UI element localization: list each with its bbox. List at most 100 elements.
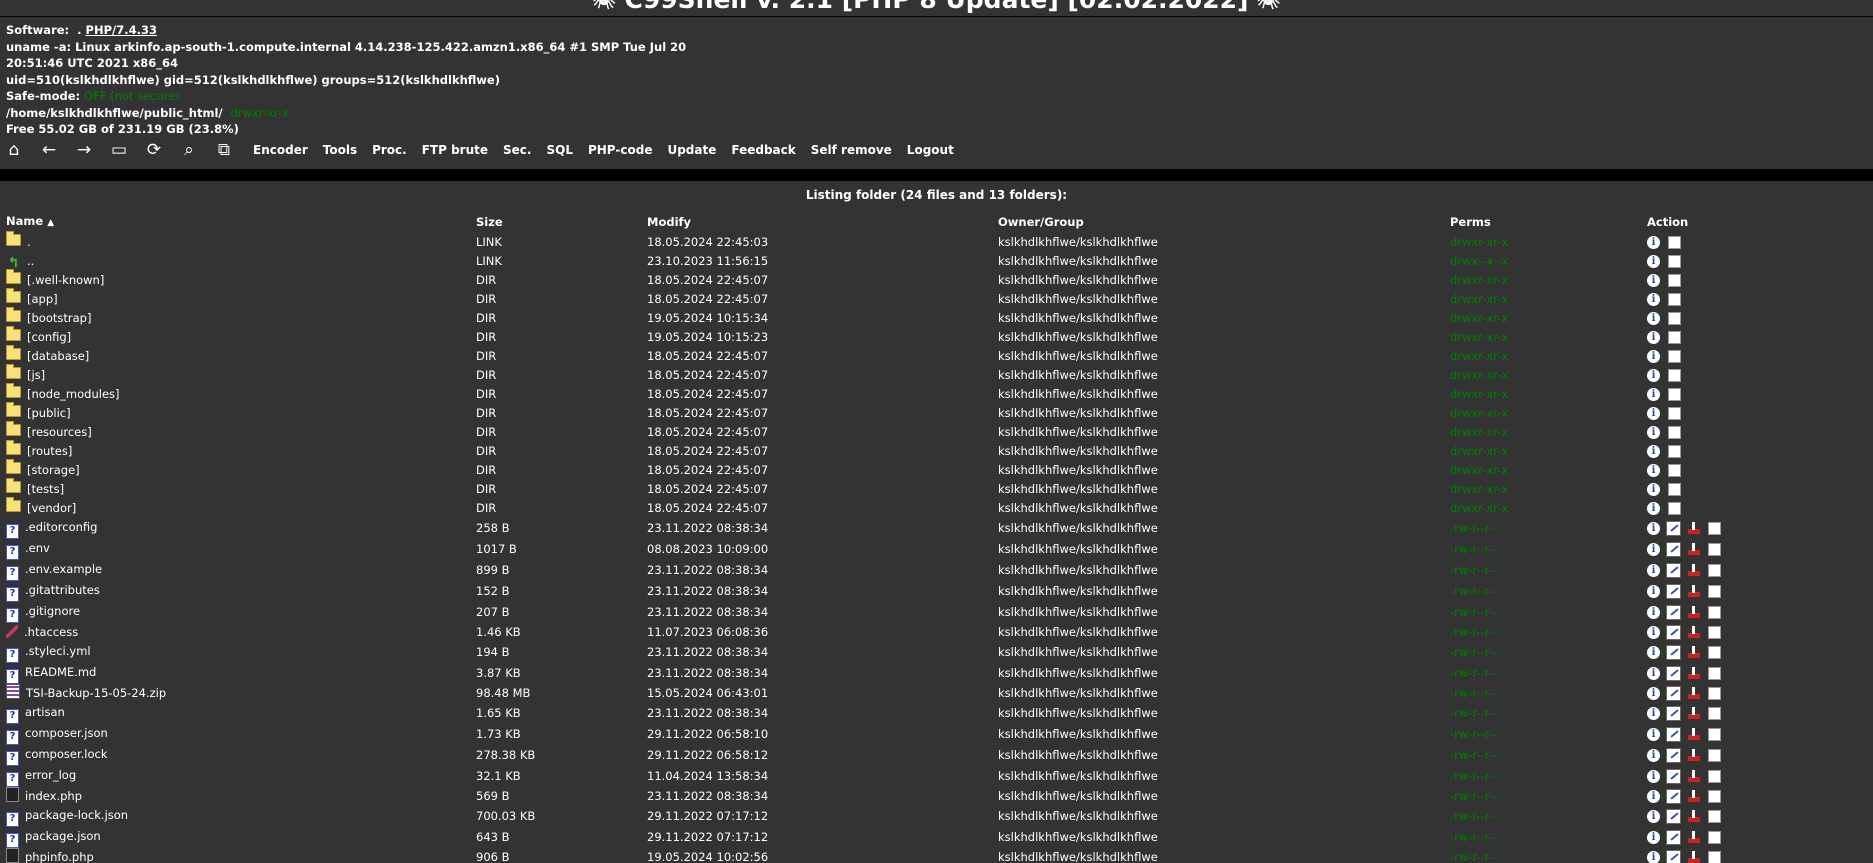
- edit-icon[interactable]: [1666, 748, 1681, 763]
- download-icon[interactable]: [1687, 790, 1700, 803]
- select-checkbox[interactable]: [1668, 255, 1681, 268]
- select-checkbox[interactable]: [1708, 810, 1721, 823]
- file-perms[interactable]: drwxr-xr-x: [1450, 366, 1647, 385]
- file-name[interactable]: [storage]: [27, 463, 80, 477]
- col-perms[interactable]: Perms: [1450, 212, 1647, 233]
- current-path[interactable]: /home/kslkhdlkhflwe/public_html/: [6, 106, 223, 120]
- file-perms[interactable]: -rw-r--r--: [1450, 827, 1647, 848]
- select-checkbox[interactable]: [1668, 483, 1681, 496]
- select-checkbox[interactable]: [1668, 293, 1681, 306]
- file-name-cell[interactable]: ? .env.example: [6, 560, 476, 581]
- file-name[interactable]: .editorconfig: [25, 520, 97, 534]
- file-name[interactable]: [node_modules]: [27, 387, 120, 401]
- edit-icon[interactable]: [1666, 706, 1681, 721]
- file-perms[interactable]: drwxr-xr-x: [1450, 480, 1647, 499]
- info-icon[interactable]: i: [1647, 667, 1660, 680]
- file-name[interactable]: package.json: [25, 829, 101, 843]
- info-icon[interactable]: i: [1647, 687, 1660, 700]
- file-name[interactable]: [public]: [27, 406, 71, 420]
- edit-icon[interactable]: [1666, 605, 1681, 620]
- select-checkbox[interactable]: [1668, 331, 1681, 344]
- select-checkbox[interactable]: [1708, 667, 1721, 680]
- file-name[interactable]: .gitattributes: [25, 583, 100, 597]
- search-icon[interactable]: ⌕: [179, 141, 199, 159]
- menu-sql[interactable]: SQL: [546, 143, 573, 157]
- col-size[interactable]: Size: [476, 212, 647, 233]
- buffer-icon[interactable]: ⧉: [214, 141, 234, 159]
- file-perms[interactable]: drwxr-xr-x: [1450, 347, 1647, 366]
- menu-self-remove[interactable]: Self remove: [811, 143, 892, 157]
- edit-icon[interactable]: [1666, 521, 1681, 536]
- file-name[interactable]: [tests]: [27, 482, 64, 496]
- info-icon[interactable]: i: [1647, 445, 1660, 458]
- edit-icon[interactable]: [1666, 789, 1681, 804]
- info-icon[interactable]: i: [1647, 770, 1660, 783]
- download-icon[interactable]: [1687, 831, 1700, 844]
- file-name[interactable]: artisan: [25, 705, 65, 719]
- select-checkbox[interactable]: [1668, 464, 1681, 477]
- info-icon[interactable]: i: [1647, 707, 1660, 720]
- file-name[interactable]: [resources]: [27, 425, 92, 439]
- download-icon[interactable]: [1687, 810, 1700, 823]
- file-perms[interactable]: -rw-r--r--: [1450, 560, 1647, 581]
- file-name-cell[interactable]: .: [6, 231, 476, 252]
- file-perms[interactable]: drwxr-xr-x: [1450, 499, 1647, 518]
- file-name-cell[interactable]: phpinfo.php: [6, 848, 476, 863]
- file-name[interactable]: .: [27, 235, 31, 249]
- file-name-cell[interactable]: [bootstrap]: [6, 307, 476, 328]
- file-perms[interactable]: -rw-r--r--: [1450, 745, 1647, 766]
- file-name-cell[interactable]: [.well-known]: [6, 269, 476, 290]
- file-name-cell[interactable]: ? .styleci.yml: [6, 642, 476, 663]
- select-checkbox[interactable]: [1708, 749, 1721, 762]
- download-icon[interactable]: [1687, 749, 1700, 762]
- refresh-icon[interactable]: ⟳: [144, 141, 164, 159]
- menu-ftp-brute[interactable]: FTP brute: [422, 143, 488, 157]
- file-perms[interactable]: drwxr-xr-x: [1450, 404, 1647, 423]
- select-checkbox[interactable]: [1708, 687, 1721, 700]
- info-icon[interactable]: i: [1647, 646, 1660, 659]
- file-perms[interactable]: drwxr-xr-x: [1450, 461, 1647, 480]
- info-icon[interactable]: i: [1647, 255, 1660, 268]
- file-name[interactable]: package-lock.json: [25, 808, 128, 822]
- file-perms[interactable]: -rw-r--r--: [1450, 623, 1647, 642]
- file-name[interactable]: [routes]: [27, 444, 72, 458]
- edit-icon[interactable]: [1666, 850, 1681, 863]
- info-icon[interactable]: i: [1647, 851, 1660, 863]
- file-perms[interactable]: drwxr-xr-x: [1450, 309, 1647, 328]
- select-checkbox[interactable]: [1708, 728, 1721, 741]
- file-perms[interactable]: -rw-r--r--: [1450, 642, 1647, 663]
- home-icon[interactable]: ⌂: [4, 141, 24, 159]
- info-icon[interactable]: i: [1647, 331, 1660, 344]
- file-name-cell[interactable]: ? error_log: [6, 766, 476, 787]
- info-icon[interactable]: i: [1647, 626, 1660, 639]
- info-icon[interactable]: i: [1647, 369, 1660, 382]
- file-perms[interactable]: -rw-r--r--: [1450, 703, 1647, 724]
- select-checkbox[interactable]: [1668, 274, 1681, 287]
- file-perms[interactable]: -rw-r--r--: [1450, 663, 1647, 684]
- file-name[interactable]: error_log: [25, 768, 76, 782]
- select-checkbox[interactable]: [1668, 369, 1681, 382]
- info-icon[interactable]: i: [1647, 585, 1660, 598]
- file-name-cell[interactable]: [config]: [6, 326, 476, 347]
- select-checkbox[interactable]: [1668, 350, 1681, 363]
- file-name-cell[interactable]: ? .gitignore: [6, 602, 476, 623]
- download-icon[interactable]: [1687, 851, 1700, 863]
- edit-icon[interactable]: [1666, 666, 1681, 681]
- file-name-cell[interactable]: ? .editorconfig: [6, 518, 476, 539]
- file-name[interactable]: [.well-known]: [27, 273, 104, 287]
- file-name-cell[interactable]: [tests]: [6, 478, 476, 499]
- file-name[interactable]: composer.lock: [25, 747, 108, 761]
- php-version-link[interactable]: PHP/7.4.33: [86, 23, 157, 37]
- edit-icon[interactable]: [1666, 584, 1681, 599]
- file-perms[interactable]: -rw-r--r--: [1450, 848, 1647, 863]
- info-icon[interactable]: i: [1647, 293, 1660, 306]
- select-checkbox[interactable]: [1668, 445, 1681, 458]
- file-perms[interactable]: -rw-r--r--: [1450, 539, 1647, 560]
- file-name[interactable]: [database]: [27, 349, 89, 363]
- menu-sec[interactable]: Sec.: [503, 143, 531, 157]
- file-perms[interactable]: -rw-r--r--: [1450, 518, 1647, 539]
- menu-proc[interactable]: Proc.: [372, 143, 407, 157]
- edit-icon[interactable]: [1666, 809, 1681, 824]
- info-icon[interactable]: i: [1647, 502, 1660, 515]
- file-perms[interactable]: drwxr-xr-x: [1450, 442, 1647, 461]
